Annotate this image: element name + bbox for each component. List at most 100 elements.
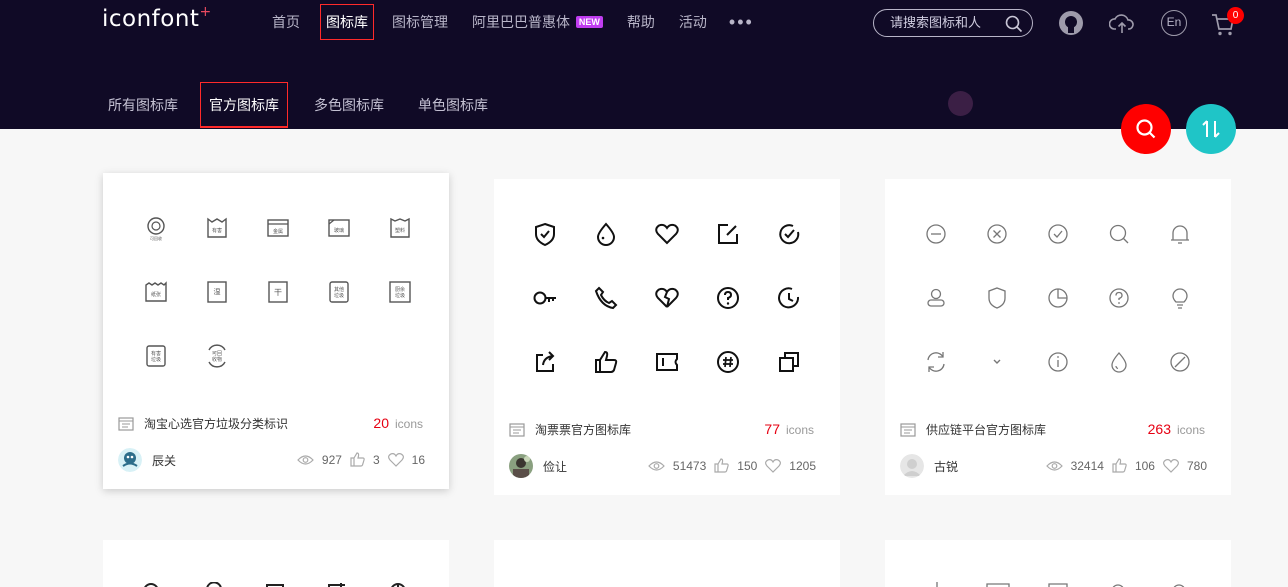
author[interactable]: 古锐 [900, 454, 958, 478]
new-badge: NEW [575, 16, 603, 29]
favorite-count: 1205 [789, 458, 816, 473]
logo[interactable]: iconfont+ [102, 4, 212, 32]
library-card-2[interactable]: 淘票票官方图标库 77 icons 俭让 51473 150 1205 [494, 179, 840, 495]
library-title[interactable]: 淘票票官方图标库 [509, 421, 631, 438]
icon-count: 263 icons [1147, 421, 1205, 437]
card-stats: 51473 150 1205 [648, 458, 816, 473]
github-icon[interactable] [1058, 10, 1084, 36]
thumbs-up-icon [595, 350, 618, 373]
eye-icon [297, 454, 314, 465]
check-circle-icon [779, 224, 800, 245]
card-stats: 32414 106 780 [1045, 458, 1207, 473]
search-box[interactable] [873, 9, 1033, 37]
recycle-bin-icon: 有害 [207, 217, 227, 238]
drop-icon [596, 222, 616, 246]
sort-icon [1202, 120, 1220, 138]
library-icon [509, 422, 525, 437]
search-icon [1136, 119, 1156, 139]
svg-text:湿: 湿 [214, 287, 221, 296]
icon-count: 20 icons [373, 415, 423, 431]
svg-text:其他: 其他 [334, 286, 344, 293]
metal-waste-icon: 金属 [267, 219, 289, 237]
recyclable-waste-icon: 可回收物 [208, 344, 226, 368]
hazardous-waste-icon: 有害垃圾 [146, 345, 166, 367]
user-icon [927, 288, 945, 307]
library-card-6[interactable] [885, 540, 1231, 587]
svg-text:垃圾: 垃圾 [395, 292, 405, 299]
svg-text:有害: 有害 [151, 350, 161, 357]
main-nav: 首页 图标库 图标管理 阿里巴巴普惠体 NEW 帮助 活动 ••• [260, 0, 754, 44]
library-title[interactable]: 淘宝心选官方垃圾分类标识 [118, 415, 288, 432]
avatar [900, 454, 924, 478]
recyclable-icon: 可回收 [147, 217, 165, 241]
view-count: 32414 [1070, 458, 1104, 473]
tab-multicolor-libraries[interactable]: 多色图标库 [314, 95, 384, 115]
nav-help[interactable]: 帮助 [627, 12, 655, 32]
copy-icon [779, 352, 799, 372]
like-count: 3 [372, 452, 380, 467]
more-menu-icon[interactable]: ••• [729, 12, 754, 33]
heart-icon [655, 223, 679, 245]
cart-count-badge: 0 [1227, 7, 1244, 24]
view-count: 927 [321, 452, 342, 467]
glass-waste-icon: 玻璃 [328, 219, 350, 237]
library-card-3[interactable]: 供应链平台官方图标库 263 icons 古锐 32414 106 780 [885, 179, 1231, 495]
sort-fab-button[interactable] [1186, 104, 1236, 154]
close-circle-icon [987, 224, 1007, 244]
top-header: iconfont+ 首页 图标库 图标管理 阿里巴巴普惠体 NEW 帮助 活动 … [0, 0, 1288, 129]
like-count: 150 [737, 458, 758, 473]
tab-all-libraries[interactable]: 所有图标库 [108, 95, 178, 115]
upload-icon[interactable] [1109, 10, 1135, 36]
chevron-down-icon [993, 359, 1001, 364]
tab-official-libraries[interactable]: 官方图标库 [200, 82, 288, 128]
search-icon[interactable] [1005, 15, 1023, 33]
svg-text:塑料: 塑料 [395, 227, 405, 234]
key-icon [533, 291, 556, 305]
icon-preview-partial [144, 582, 405, 587]
language-switch-icon[interactable]: En [1161, 10, 1187, 36]
library-title[interactable]: 供应链平台官方图标库 [900, 421, 1046, 438]
plastic-waste-icon: 塑料 [390, 217, 410, 238]
library-tabs: 所有图标库 官方图标库 多色图标库 单色图标库 [108, 82, 522, 128]
decorative-dot [948, 91, 973, 116]
tab-monochrome-libraries[interactable]: 单色图标库 [418, 95, 488, 115]
clothing-waste-icon: 干 [268, 281, 288, 303]
library-icon [118, 416, 134, 431]
ticket-icon [656, 353, 678, 371]
help-circle-icon [717, 287, 739, 309]
thumbs-up-icon [350, 452, 365, 467]
help-circle-icon [1109, 288, 1129, 308]
nav-activity[interactable]: 活动 [679, 12, 707, 32]
eye-icon [648, 460, 665, 471]
view-count: 51473 [672, 458, 707, 473]
svg-text:垃圾: 垃圾 [151, 356, 161, 363]
library-card-1[interactable]: 可回收 有害 金属 玻璃 塑料 纸张 湿 干 其他 垃圾 厨余 垃圾 有害 垃圾 可回… [103, 173, 449, 489]
svg-text:金属: 金属 [273, 228, 283, 235]
svg-text:可回收: 可回收 [150, 235, 162, 241]
share-icon [536, 351, 555, 372]
pie-chart-icon [1048, 288, 1068, 308]
nav-icon-library[interactable]: 图标库 [320, 4, 374, 40]
search-fab-button[interactable] [1121, 104, 1171, 154]
kitchen-waste-icon: 厨余垃圾 [389, 281, 411, 303]
author[interactable]: 辰关 [118, 448, 176, 472]
card-stats: 927 3 16 [297, 452, 425, 467]
nav-puhuiti[interactable]: 阿里巴巴普惠体 NEW [472, 12, 603, 32]
bell-icon [1171, 225, 1189, 244]
library-card-5[interactable] [494, 540, 840, 587]
heart-icon [387, 452, 404, 467]
search-input[interactable] [890, 15, 1002, 30]
nav-home[interactable]: 首页 [272, 12, 300, 32]
library-card-4[interactable] [103, 540, 449, 587]
search-icon [1109, 224, 1129, 244]
phone-icon [594, 286, 618, 310]
library-icon [900, 422, 916, 437]
drop-icon [1111, 352, 1127, 373]
favorite-count: 780 [1186, 458, 1207, 473]
avatar [118, 448, 142, 472]
like-count: 106 [1134, 458, 1155, 473]
check-circle-icon [1048, 224, 1068, 244]
author[interactable]: 俭让 [509, 454, 567, 478]
nav-icon-management[interactable]: 图标管理 [392, 12, 448, 32]
icon-preview-partial [936, 582, 1185, 587]
